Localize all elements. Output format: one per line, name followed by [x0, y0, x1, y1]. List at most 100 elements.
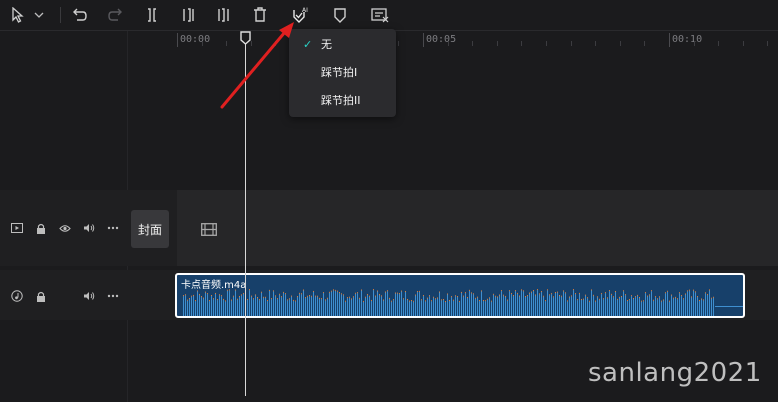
waveform-peak [453, 299, 454, 301]
waveform-peak [599, 298, 600, 300]
waveform-peak [185, 294, 186, 296]
menu-item-beat-2[interactable]: 踩节拍II [289, 87, 396, 113]
waveform-bar [425, 301, 426, 316]
waveform-peak [605, 292, 606, 294]
audio-clip[interactable]: 卡点音频.m4a [175, 273, 745, 318]
waveform-peak [535, 294, 536, 296]
delete-icon[interactable] [250, 5, 270, 25]
volume-icon[interactable] [82, 221, 96, 235]
lock-icon[interactable] [34, 289, 48, 303]
waveform-peak [277, 298, 278, 300]
waveform-peak [291, 295, 292, 297]
waveform-bar [351, 299, 352, 316]
split-right-icon[interactable] [214, 5, 234, 25]
waveform-peak [339, 292, 340, 294]
waveform-bar [579, 293, 580, 316]
waveform-bar [461, 292, 462, 316]
video-track-area[interactable] [177, 190, 778, 266]
marker-icon[interactable] [330, 5, 350, 25]
split-left-icon[interactable] [178, 5, 198, 25]
waveform-bar [569, 297, 570, 316]
waveform-peak [273, 290, 274, 292]
menu-item-none[interactable]: ✓ 无 [289, 31, 396, 57]
waveform-bar [671, 295, 672, 316]
waveform-bar [219, 295, 220, 316]
ruler-minor-tick [743, 41, 744, 46]
waveform-bar [617, 299, 618, 316]
waveform-peak [297, 296, 298, 298]
cover-button[interactable]: 封面 [131, 210, 169, 248]
waveform-peak [491, 300, 492, 302]
waveform-peak [493, 293, 494, 295]
split-icon[interactable] [142, 5, 162, 25]
waveform-bar [623, 291, 624, 316]
waveform-bar [613, 297, 614, 316]
select-pointer-icon[interactable] [8, 5, 28, 25]
undo-icon[interactable] [69, 5, 89, 25]
more-icon[interactable] [106, 289, 120, 303]
waveform-bar [703, 300, 704, 316]
waveform-peak [631, 295, 632, 297]
waveform-peak [241, 294, 242, 296]
waveform-bar [481, 291, 482, 316]
lock-icon[interactable] [34, 221, 48, 235]
redo-icon[interactable] [106, 5, 126, 25]
subtitle-edit-icon[interactable] [370, 5, 390, 25]
waveform-peak [313, 290, 314, 292]
ruler-minor-tick [202, 41, 203, 46]
waveform-bar [529, 293, 530, 316]
waveform-peak [557, 291, 558, 293]
waveform-bar [505, 296, 506, 316]
waveform-peak [271, 298, 272, 300]
waveform-bar [457, 297, 458, 316]
waveform-bar [287, 300, 288, 316]
waveform-bar [347, 298, 348, 316]
waveform-peak [419, 290, 420, 292]
waveform-bar [441, 300, 442, 316]
waveform-bar [237, 299, 238, 316]
waveform-peak [341, 293, 342, 295]
waveform-peak [627, 299, 628, 301]
waveform-bar [209, 301, 210, 316]
waveform-bar [195, 301, 196, 316]
waveform-bar [601, 294, 602, 316]
waveform-bar [215, 293, 216, 316]
eye-icon[interactable] [58, 221, 72, 235]
audio-track-header [0, 270, 127, 320]
waveform-bar [701, 299, 702, 316]
waveform-peak [329, 291, 330, 293]
volume-icon[interactable] [82, 289, 96, 303]
waveform-peak [377, 290, 378, 292]
waveform-bar [265, 297, 266, 316]
waveform-peak [211, 295, 212, 297]
waveform-peak [495, 295, 496, 297]
waveform-peak [527, 295, 528, 297]
ai-beat-icon[interactable]: AI [290, 5, 310, 25]
waveform-peak [431, 300, 432, 302]
waveform-peak [505, 295, 506, 297]
waveform-peak [427, 297, 428, 299]
waveform-bar [483, 301, 484, 316]
waveform-bar [479, 301, 480, 316]
waveform-bar [665, 293, 666, 316]
waveform-peak [357, 292, 358, 294]
waveform-bar [221, 296, 222, 316]
waveform-bar [415, 295, 416, 316]
waveform-peak [591, 289, 592, 291]
waveform-peak [381, 295, 382, 297]
waveform-bar [615, 292, 616, 316]
waveform-peak [529, 292, 530, 294]
waveform-peak [311, 295, 312, 297]
waveform-bar [205, 292, 206, 316]
waveform-peak [347, 297, 348, 299]
playhead-handle[interactable] [240, 30, 251, 49]
waveform-bar [681, 296, 682, 316]
waveform-peak [343, 294, 344, 296]
waveform-bar [645, 293, 646, 316]
more-icon[interactable] [106, 221, 120, 235]
chevron-down-icon[interactable] [32, 5, 46, 25]
waveform-peak [333, 289, 334, 291]
menu-item-beat-1[interactable]: 踩节拍I [289, 59, 396, 85]
waveform-bar [673, 298, 674, 316]
time-ruler[interactable]: 00:00 00:05 00:10 [128, 31, 778, 51]
